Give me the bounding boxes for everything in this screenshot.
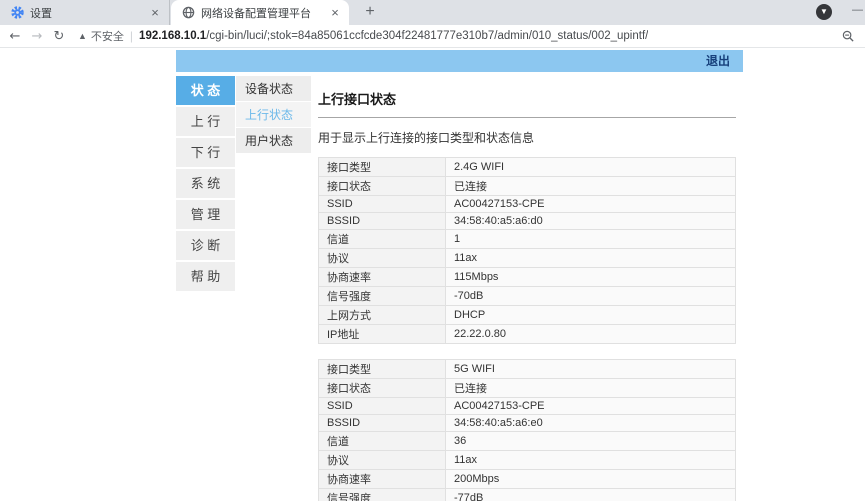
- table-row: SSID AC00427153-CPE: [318, 195, 736, 213]
- url-divider: |: [129, 29, 134, 43]
- submenu-nav: 设备状态 上行状态 用户状态: [236, 76, 311, 154]
- sidebar-item[interactable]: 下 行: [176, 138, 235, 167]
- url-host: 192.168.10.1: [139, 30, 207, 42]
- row-label: SSID: [318, 195, 446, 213]
- url-path: /cgi-bin/luci/;stok=84a85061ccfcde304f22…: [206, 30, 649, 42]
- row-label: BSSID: [318, 212, 446, 230]
- browser-window: 设置 × 网络设备配置管理平台 × + ▼ — ← → ↻ ▲ 不安全 | 19…: [0, 0, 865, 501]
- row-label: 接口类型: [318, 359, 446, 379]
- row-label: 协商速率: [318, 469, 446, 489]
- submenu-item[interactable]: 上行状态: [236, 102, 311, 128]
- row-value: AC00427153-CPE: [445, 195, 736, 213]
- sidebar-item[interactable]: 上 行: [176, 107, 235, 136]
- row-label: 接口类型: [318, 157, 446, 177]
- tab-settings[interactable]: 设置 ×: [0, 0, 170, 25]
- row-label: SSID: [318, 397, 446, 415]
- tab-title: 网络设备配置管理平台: [201, 7, 311, 20]
- row-label: 上网方式: [318, 305, 446, 325]
- globe-icon: [181, 6, 195, 20]
- close-icon[interactable]: ×: [147, 5, 163, 21]
- row-value: 2.4G WIFI: [445, 157, 736, 177]
- row-label: BSSID: [318, 414, 446, 432]
- main-content: 上行接口状态 用于显示上行连接的接口类型和状态信息 接口类型 2.4G WIFI…: [318, 89, 736, 501]
- browser-toolbar: ← → ↻ ▲ 不安全 | 192.168.10.1/cgi-bin/luci/…: [0, 25, 865, 48]
- sidebar-item[interactable]: 帮 助: [176, 262, 235, 291]
- table-row: 上网方式 DHCP: [318, 305, 736, 325]
- table-row: 信号强度 -77dB: [318, 488, 736, 501]
- tab-bar: 设置 × 网络设备配置管理平台 × + ▼ —: [0, 0, 865, 25]
- zoom-search-icon[interactable]: [842, 30, 855, 43]
- row-value: 5G WIFI: [445, 359, 736, 379]
- row-value: 1: [445, 229, 736, 249]
- table-row: 信道 1: [318, 229, 736, 249]
- table-row: 协议 11ax: [318, 450, 736, 470]
- tab-title: 设置: [30, 7, 52, 20]
- url-text[interactable]: 192.168.10.1/cgi-bin/luci/;stok=84a85061…: [139, 30, 648, 42]
- table-row: 信号强度 -70dB: [318, 286, 736, 306]
- uplink-status-table-5g: 接口类型 5G WIFI 接口状态 已连接 SSID AC00427153-CP…: [318, 359, 736, 501]
- table-row: 接口类型 2.4G WIFI: [318, 157, 736, 177]
- gear-icon: [10, 6, 24, 20]
- row-value: 11ax: [445, 450, 736, 470]
- sidebar-item[interactable]: 系 统: [176, 169, 235, 198]
- row-value: 115Mbps: [445, 267, 736, 287]
- row-value: 已连接: [445, 176, 736, 196]
- submenu-item[interactable]: 设备状态: [236, 76, 311, 102]
- row-label: 接口状态: [318, 176, 446, 196]
- table-row: BSSID 34:58:40:a5:a6:e0: [318, 414, 736, 432]
- minimize-button[interactable]: —: [852, 2, 864, 18]
- download-icon[interactable]: ▼: [816, 4, 832, 20]
- new-tab-button[interactable]: +: [360, 3, 380, 23]
- sidebar-item[interactable]: 管 理: [176, 200, 235, 229]
- forward-button[interactable]: →: [26, 29, 48, 44]
- close-icon[interactable]: ×: [327, 5, 343, 21]
- row-value: 已连接: [445, 378, 736, 398]
- row-value: 34:58:40:a5:a6:e0: [445, 414, 736, 432]
- page-description: 用于显示上行连接的接口类型和状态信息: [318, 131, 535, 145]
- table-row: SSID AC00427153-CPE: [318, 397, 736, 415]
- row-value: 200Mbps: [445, 469, 736, 489]
- row-value: 11ax: [445, 248, 736, 268]
- table-row: BSSID 34:58:40:a5:a6:d0: [318, 212, 736, 230]
- table-row: 接口类型 5G WIFI: [318, 359, 736, 379]
- row-label: IP地址: [318, 324, 446, 344]
- row-value: DHCP: [445, 305, 736, 325]
- table-row: 协商速率 200Mbps: [318, 469, 736, 489]
- sidebar-nav: 状 态 上 行 下 行 系 统 管 理 诊 断 帮 助: [176, 76, 235, 293]
- sidebar-item[interactable]: 状 态: [176, 76, 235, 105]
- uplink-status-table-2g: 接口类型 2.4G WIFI 接口状态 已连接 SSID AC00427153-…: [318, 157, 736, 344]
- row-label: 协商速率: [318, 267, 446, 287]
- table-row: 协商速率 115Mbps: [318, 267, 736, 287]
- row-value: -77dB: [445, 488, 736, 501]
- security-label[interactable]: 不安全: [91, 28, 124, 44]
- row-label: 信号强度: [318, 488, 446, 501]
- tab-device-admin[interactable]: 网络设备配置管理平台 ×: [171, 0, 349, 25]
- page-title: 上行接口状态: [318, 92, 397, 107]
- logout-button[interactable]: 退出: [706, 50, 730, 72]
- sidebar-item[interactable]: 诊 断: [176, 231, 235, 260]
- table-row: 协议 11ax: [318, 248, 736, 268]
- row-label: 信号强度: [318, 286, 446, 306]
- not-secure-warning-icon: ▲: [78, 31, 87, 41]
- title-divider: [318, 117, 736, 118]
- table-row: 接口状态 已连接: [318, 378, 736, 398]
- back-button[interactable]: ←: [4, 29, 26, 44]
- page-header-bar: 退出: [176, 50, 743, 72]
- row-label: 协议: [318, 248, 446, 268]
- row-label: 接口状态: [318, 378, 446, 398]
- row-value: AC00427153-CPE: [445, 397, 736, 415]
- row-label: 信道: [318, 229, 446, 249]
- row-value: 36: [445, 431, 736, 451]
- row-label: 信道: [318, 431, 446, 451]
- row-value: 22.22.0.80: [445, 324, 736, 344]
- reload-button[interactable]: ↻: [48, 29, 70, 44]
- address-bar[interactable]: ▲ 不安全 | 192.168.10.1/cgi-bin/luci/;stok=…: [78, 28, 834, 44]
- table-row: 接口状态 已连接: [318, 176, 736, 196]
- submenu-item[interactable]: 用户状态: [236, 128, 311, 154]
- row-value: -70dB: [445, 286, 736, 306]
- table-row: 信道 36: [318, 431, 736, 451]
- row-label: 协议: [318, 450, 446, 470]
- row-value: 34:58:40:a5:a6:d0: [445, 212, 736, 230]
- table-row: IP地址 22.22.0.80: [318, 324, 736, 344]
